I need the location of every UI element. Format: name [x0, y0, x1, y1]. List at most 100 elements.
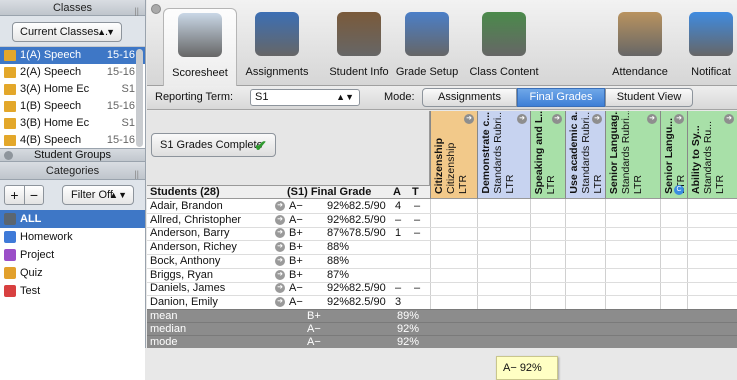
- category-item[interactable]: ALL: [0, 210, 145, 228]
- student-name[interactable]: Anderson, Barry: [150, 227, 229, 240]
- class-list-item[interactable]: 3(B) Home Ec S1: [0, 115, 145, 132]
- student-row[interactable]: Allred, Christopher ➜ A− 92% 82.5/90– –: [147, 214, 737, 227]
- toolbar-tab-label: Grade Setup: [395, 66, 459, 78]
- category-item[interactable]: Project: [0, 246, 145, 264]
- student-name[interactable]: Danion, Emily: [150, 296, 218, 309]
- toolbar-tab-scoresheet[interactable]: Scoresheet: [163, 8, 237, 87]
- category-name: ALL: [20, 213, 42, 225]
- popup-arrows-icon: ▲▼: [336, 92, 354, 102]
- go-arrow-icon[interactable]: ➜: [275, 214, 285, 225]
- a-column-header[interactable]: A: [393, 186, 401, 199]
- student-row[interactable]: Anderson, Barry ➜ B+ 87% 78.5/90 1–: [147, 227, 737, 240]
- category-item[interactable]: Quiz: [0, 264, 145, 282]
- go-arrow-icon[interactable]: ➜: [724, 114, 734, 124]
- close-icon[interactable]: [151, 4, 161, 14]
- vertical-scrollbar[interactable]: [136, 49, 143, 147]
- disclosure-icon[interactable]: [4, 151, 13, 160]
- assignment-column-header[interactable]: Citizenship Citizenship LTR ➜: [430, 111, 477, 199]
- reporting-term-select[interactable]: S1 ▲▼: [250, 89, 360, 106]
- students-column-header[interactable]: Students (28): [150, 186, 220, 199]
- go-arrow-icon[interactable]: ➜: [674, 114, 684, 124]
- assignment-scale: LTR: [632, 174, 644, 194]
- toolbar-tab-assignments[interactable]: Assignments: [237, 0, 317, 86]
- class-list-item[interactable]: 1(B) Speech 15-16: [0, 98, 145, 115]
- main-area: Scoresheet Assignments Student Info Grade S…: [147, 0, 737, 380]
- mode-student-view-button[interactable]: Student View: [605, 88, 693, 107]
- a-value: 3: [395, 295, 402, 308]
- go-arrow-icon[interactable]: ➜: [592, 114, 602, 124]
- t-column-header[interactable]: T: [412, 186, 419, 199]
- go-arrow-icon[interactable]: ➜: [275, 296, 285, 307]
- classes-filter-popup[interactable]: Current Classes... ▲▼: [12, 22, 122, 42]
- category-filter-popup[interactable]: Filter Off ▲▼: [62, 185, 134, 205]
- assignment-column-header[interactable]: Senior Langu...LTR➜ C: [660, 111, 687, 199]
- student-row[interactable]: Briggs, Ryan ➜ B+ 87%: [147, 269, 737, 282]
- stat-label: mode: [150, 336, 178, 348]
- go-arrow-icon[interactable]: ➜: [647, 114, 657, 124]
- assignment-column-header[interactable]: Use academic a... Standards Rubri... LTR ➜: [565, 111, 605, 199]
- go-arrow-icon[interactable]: ➜: [517, 114, 527, 124]
- toolbar-tab-class-content[interactable]: Class Content: [463, 0, 545, 86]
- reporting-term-label: Reporting Term:: [155, 91, 234, 103]
- class-list-item[interactable]: 4(B) Speech 15-16: [0, 132, 145, 149]
- go-arrow-icon[interactable]: ➜: [552, 114, 562, 124]
- add-category-button[interactable]: +: [5, 186, 24, 204]
- student-row[interactable]: Bock, Anthony ➜ B+ 88%: [147, 255, 737, 268]
- class-list-item[interactable]: 2(A) Speech 15-16: [0, 64, 145, 81]
- student-row[interactable]: Adair, Brandon ➜ A− 92% 82.5/90 4–: [147, 200, 737, 213]
- remove-category-button[interactable]: −: [24, 186, 43, 204]
- student-name[interactable]: Briggs, Ryan: [150, 269, 213, 282]
- add-remove-buttons: + −: [4, 185, 44, 205]
- mode-final-grades-button[interactable]: Final Grades: [517, 88, 605, 107]
- assignment-column-header[interactable]: Speaking and L... LTR ➜: [530, 111, 565, 199]
- scoresheet-icon: [178, 13, 222, 57]
- assignment-title: Ability to Sy...: [690, 125, 702, 194]
- student-row[interactable]: Daniels, James ➜ A− 92% 82.5/90– –: [147, 282, 737, 295]
- a-value: 1: [395, 227, 402, 240]
- attendance-icon: [618, 12, 662, 56]
- grades-complete-button[interactable]: S1 Grades Complete ✔: [151, 133, 276, 157]
- assignment-type: Standards Rubri...: [492, 111, 504, 194]
- category-item[interactable]: Homework: [0, 228, 145, 246]
- go-arrow-icon[interactable]: ➜: [275, 242, 285, 253]
- toolbar-tab-attendance[interactable]: Attendance: [599, 0, 681, 86]
- assignment-column-header[interactable]: Ability to Sy... Standards Ru... LTR ➜: [687, 111, 737, 199]
- assignment-type: Standards Ru...: [702, 121, 714, 194]
- assignment-column-header[interactable]: Senior Languag... Standards Rubri... LTR ➜: [605, 111, 660, 199]
- toolbar-tab-notificat[interactable]: Notificat: [681, 0, 737, 86]
- toolbar-tab-student-info[interactable]: Student Info: [323, 0, 395, 86]
- pane-grip-icon[interactable]: ||: [134, 3, 139, 19]
- toolbar-tab-label: Assignments: [245, 66, 309, 78]
- assignment-title-block: Senior Languag... Standards Rubri... LTR: [608, 111, 644, 194]
- final-percent: 88%: [327, 254, 350, 267]
- final-percent: 92%: [327, 282, 350, 295]
- class-list-item[interactable]: 3(A) Home Ec S1: [0, 81, 145, 98]
- mode-assignments-button[interactable]: Assignments: [422, 88, 517, 107]
- go-arrow-icon[interactable]: ➜: [464, 114, 474, 124]
- assignment-scale: LTR: [504, 174, 516, 194]
- student-row[interactable]: Anderson, Richey ➜ B+ 88%: [147, 241, 737, 254]
- toolbar-tab-grade-setup[interactable]: Grade Setup: [391, 0, 463, 86]
- student-name[interactable]: Anderson, Richey: [150, 241, 237, 254]
- go-arrow-icon[interactable]: ➜: [275, 228, 285, 239]
- category-name: Test: [20, 285, 41, 297]
- student-name[interactable]: Allred, Christopher: [150, 214, 241, 227]
- assignment-column-header[interactable]: Demonstrate c... Standards Rubri... LTR ➜: [477, 111, 530, 199]
- final-grade-column-header[interactable]: (S1) Final Grade: [287, 186, 371, 199]
- final-points: 82.5/90: [349, 213, 386, 226]
- student-groups-header[interactable]: Student Groups: [0, 148, 145, 162]
- category-item[interactable]: Test: [0, 282, 145, 300]
- mode-label: Mode:: [384, 91, 415, 103]
- go-arrow-icon[interactable]: ➜: [275, 255, 285, 266]
- class-list-item[interactable]: 1(A) Speech 15-16: [0, 47, 145, 64]
- go-arrow-icon[interactable]: ➜: [275, 269, 285, 280]
- student-row[interactable]: Danion, Emily ➜ A− 92% 82.5/90 3: [147, 296, 737, 309]
- final-letter-grade: B+: [289, 254, 303, 267]
- go-arrow-icon[interactable]: ➜: [275, 201, 285, 211]
- go-arrow-icon[interactable]: ➜: [275, 283, 285, 294]
- student-name[interactable]: Daniels, James: [150, 282, 225, 295]
- t-value: –: [414, 227, 421, 240]
- student-name[interactable]: Adair, Brandon: [150, 200, 223, 213]
- student-name[interactable]: Bock, Anthony: [150, 255, 220, 268]
- classes-filter-label: Current Classes...: [20, 26, 109, 38]
